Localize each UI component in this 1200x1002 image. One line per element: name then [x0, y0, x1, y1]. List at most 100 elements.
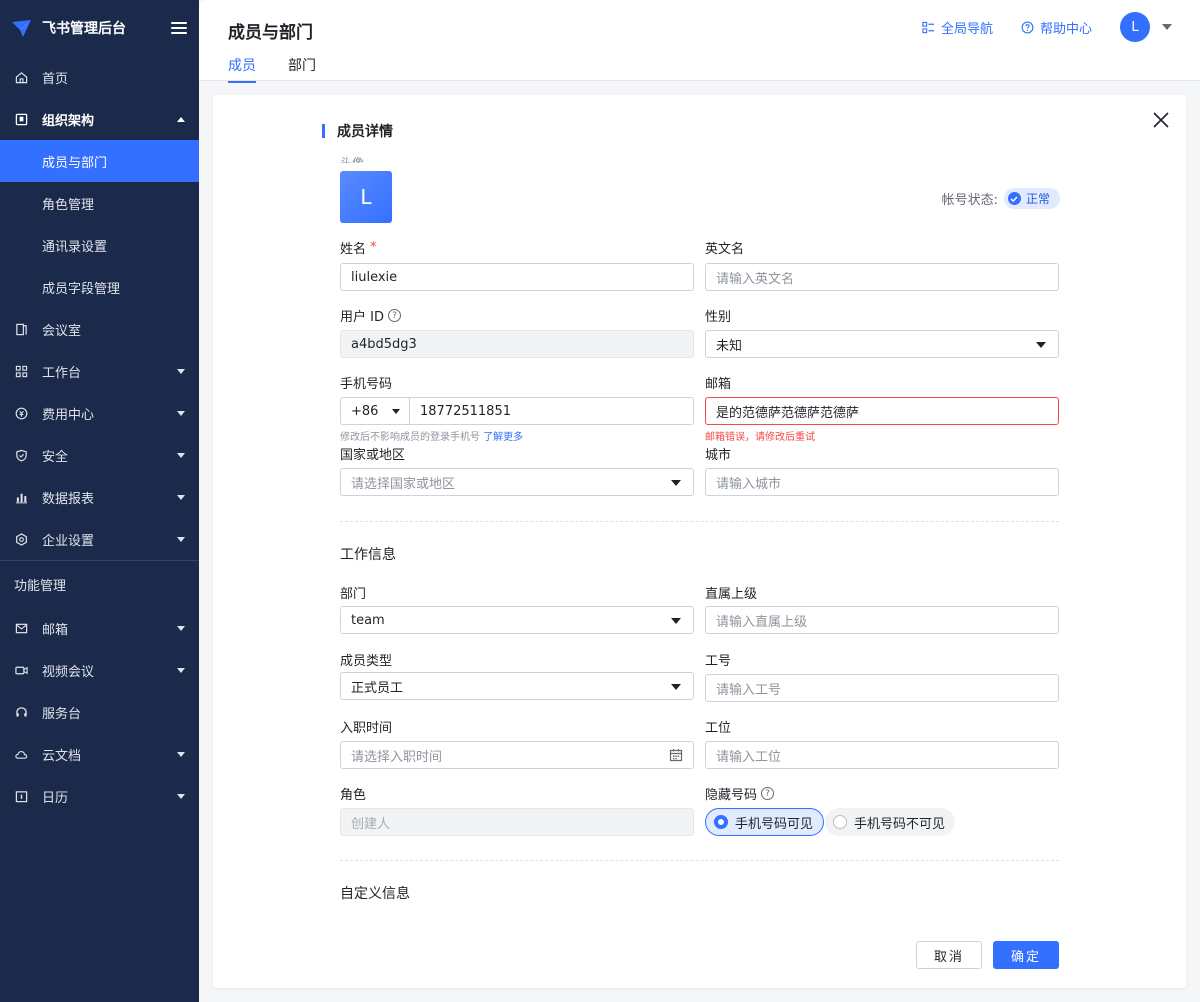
question-icon[interactable]: ? — [761, 787, 775, 800]
cancel-button[interactable]: 取消 — [916, 941, 982, 969]
phone-label: 手机号码 — [340, 377, 393, 392]
sidebar-item-calendar[interactable]: 日历 — [0, 775, 199, 817]
shield-icon — [14, 448, 28, 462]
label-text: 姓名 — [340, 242, 367, 257]
dropdown-arrow-icon — [671, 684, 681, 690]
calendar-icon[interactable] — [669, 748, 683, 762]
role-label: 角色 — [340, 788, 367, 803]
gender-select[interactable]: 未知 — [705, 330, 1059, 358]
tab-members[interactable]: 成员 — [228, 55, 256, 83]
member-type-select[interactable]: 正式员工 — [340, 672, 694, 700]
chevron-down-icon — [177, 536, 185, 542]
grid-icon — [14, 364, 28, 378]
manager-input[interactable]: 请输入直属上级 — [705, 606, 1059, 634]
country-select[interactable]: 请选择国家或地区 — [340, 468, 694, 496]
close-icon[interactable] — [1152, 111, 1170, 129]
tabs: 成员 部门 — [228, 55, 316, 83]
radio-unchecked-icon — [833, 815, 847, 829]
department-label: 部门 — [340, 587, 367, 602]
brand-name: 飞书管理后台 — [42, 21, 126, 37]
gender-value: 未知 — [716, 338, 743, 354]
cloud-icon — [14, 747, 28, 761]
sidebar-item-roles[interactable]: 角色管理 — [0, 182, 199, 224]
sidebar-item-security[interactable]: 安全 — [0, 434, 199, 476]
sidebar-item-workplace[interactable]: 工作台 — [0, 350, 199, 392]
status-text: 正常 — [1025, 192, 1050, 206]
join-date-placeholder: 请选择入职时间 — [351, 749, 443, 765]
sidebar-item-reports[interactable]: 数据报表 — [0, 476, 199, 518]
name-input[interactable]: liulexie — [340, 263, 694, 291]
sidebar-item-helpdesk[interactable]: 服务台 — [0, 691, 199, 733]
sidebar-item-home[interactable]: 首页 — [0, 56, 199, 98]
sidebar-item-video-meeting[interactable]: 视频会议 — [0, 649, 199, 691]
account-status: 帐号状态: 正常 — [942, 188, 1060, 209]
phone-input[interactable]: 18772511851 — [409, 397, 694, 425]
sidebar-item-enterprise-settings[interactable]: 企业设置 — [0, 518, 199, 560]
email-input[interactable]: 是的范德萨范德萨范德萨 — [705, 397, 1059, 425]
member-avatar[interactable]: L — [340, 171, 392, 223]
radio-checked-icon — [714, 815, 728, 829]
work-info-title: 工作信息 — [340, 547, 396, 563]
radio-phone-hidden[interactable]: 手机号码不可见 — [825, 808, 956, 836]
user-menu[interactable]: L — [1120, 12, 1172, 42]
global-nav-link[interactable]: 全局导航 — [922, 18, 993, 37]
chevron-down-icon — [177, 410, 185, 416]
caret-down-icon[interactable] — [1162, 24, 1172, 30]
page-title: 成员与部门 — [228, 23, 313, 43]
sidebar-item-docs[interactable]: 云文档 — [0, 733, 199, 775]
required-mark: * — [370, 240, 377, 255]
employee-no-label: 工号 — [705, 654, 732, 669]
sidebar-item-org[interactable]: 组织架构 — [0, 98, 199, 140]
global-nav-label: 全局导航 — [940, 21, 993, 37]
employee-no-input[interactable]: 请输入工号 — [705, 674, 1059, 702]
custom-info-title: 自定义信息 — [340, 886, 410, 902]
user-id-field: a4bd5dg3 — [340, 330, 694, 358]
avatar[interactable]: L — [1120, 12, 1150, 42]
country-placeholder: 请选择国家或地区 — [351, 476, 456, 492]
chevron-down-icon — [177, 751, 185, 757]
question-icon[interactable]: ? — [387, 309, 401, 322]
sidebar-item-meeting-rooms[interactable]: 会议室 — [0, 308, 199, 350]
manager-label: 直属上级 — [705, 587, 758, 602]
sidebar-item-label: 云文档 — [42, 748, 82, 764]
sidebar-section-title: 功能管理 — [14, 578, 67, 594]
sidebar-item-mail[interactable]: 邮箱 — [0, 607, 199, 649]
city-input[interactable]: 请输入城市 — [705, 468, 1059, 496]
phone-country-code-select[interactable]: +86 — [340, 397, 410, 425]
org-icon — [14, 112, 28, 126]
calendar-icon — [14, 789, 28, 803]
sidebar-item-member-fields[interactable]: 成员字段管理 — [0, 266, 199, 308]
seat-input[interactable]: 请输入工位 — [705, 741, 1059, 769]
section-title: 成员详情 — [322, 121, 393, 141]
english-name-input[interactable]: 请输入英文名 — [705, 263, 1059, 291]
sidebar-item-billing[interactable]: 费用中心 — [0, 392, 199, 434]
check-icon — [1007, 192, 1021, 205]
headset-icon — [14, 705, 28, 719]
video-icon — [14, 663, 28, 677]
join-date-picker[interactable]: 请选择入职时间 — [340, 741, 694, 769]
currency-icon — [14, 406, 28, 420]
sidebar-item-label: 日历 — [42, 790, 69, 806]
sidebar-item-label: 邮箱 — [42, 622, 69, 638]
chevron-down-icon — [177, 793, 185, 799]
tab-departments[interactable]: 部门 — [288, 55, 316, 83]
radio-label: 手机号码可见 — [735, 816, 814, 832]
dropdown-arrow-icon — [1036, 342, 1046, 348]
chevron-down-icon — [177, 452, 185, 458]
chevron-down-icon — [177, 667, 185, 673]
sidebar-item-contacts-settings[interactable]: 通讯录设置 — [0, 224, 199, 266]
help-center-link[interactable]: 帮助中心 — [1021, 18, 1092, 37]
sidebar-item-label: 组织架构 — [42, 113, 95, 129]
sidebar-item-label: 数据报表 — [42, 491, 95, 507]
department-select[interactable]: team — [340, 606, 694, 634]
sidebar-item-members-departments[interactable]: 成员与部门 — [0, 140, 199, 182]
confirm-button[interactable]: 确定 — [993, 941, 1059, 969]
learn-more-link[interactable]: 了解更多 — [483, 432, 523, 443]
mail-icon — [14, 621, 28, 635]
chevron-down-icon — [177, 494, 185, 500]
gender-label: 性别 — [705, 310, 732, 325]
sidebar-item-label: 工作台 — [42, 365, 82, 381]
header: 成员与部门 成员 部门 全局导航 帮助中心 L — [199, 0, 1200, 83]
radio-phone-visible[interactable]: 手机号码可见 — [705, 808, 825, 836]
collapse-menu-icon[interactable] — [171, 22, 187, 34]
